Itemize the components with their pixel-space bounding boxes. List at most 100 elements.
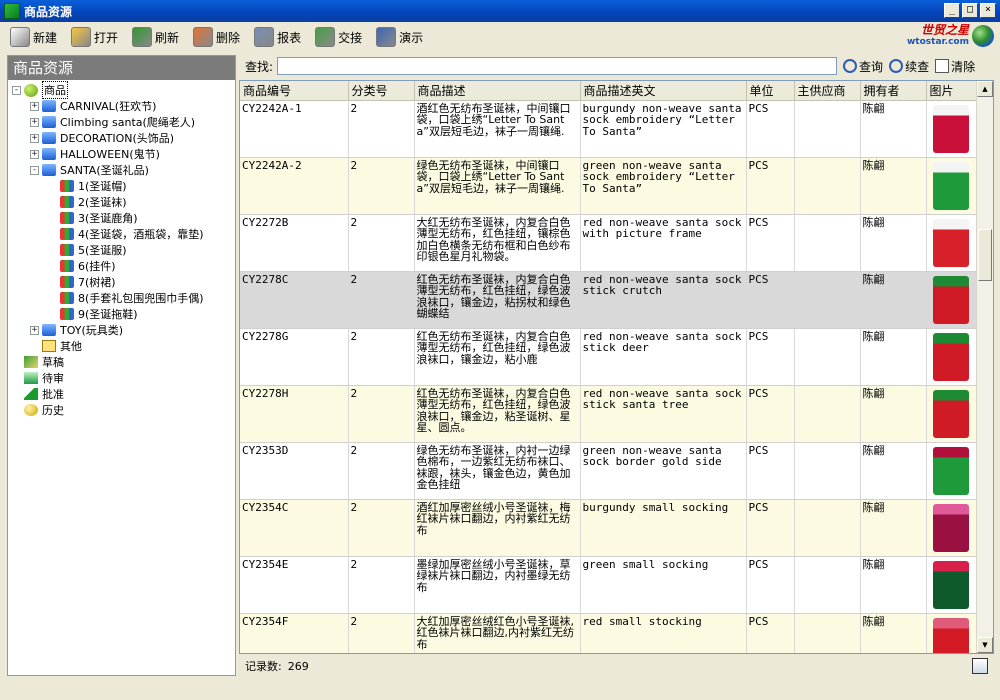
tree-node[interactable]: 其他 [12,338,235,354]
cell-desc: 绿色无纺布圣诞袜，内衬一边绿色棉布，一边紫红无纺布袜口、袜跟，袜头，镶金色边，黄… [414,442,581,500]
tree-node[interactable]: 待审 [12,370,235,386]
close-button[interactable]: × [980,3,996,18]
export-icon[interactable] [972,658,988,674]
cell-desc: 红色无纺布圣诞袜，内复合白色薄型无纺布，红色挂纽，绿色波浪袜口，镶金边，粘拐杖和… [414,271,581,329]
column-header[interactable]: 商品描述英文 [580,81,747,101]
tree-node[interactable]: + Climbing santa(爬绳老人) [12,114,235,130]
cell-unit: PCS [746,385,795,443]
tree-node[interactable]: + HALLOWEEN(鬼节) [12,146,235,162]
clear-button[interactable]: 清除 [935,58,975,75]
tree-node[interactable]: + TOY(玩具类) [12,322,235,338]
column-header[interactable]: 主供应商 [794,81,861,101]
table-row[interactable]: CY2278G 2 红色无纺布圣诞袜，内复合白色薄型无纺布，红色挂纽，绿色波浪袜口，… [240,328,977,386]
column-header[interactable]: 拥有者 [860,81,927,101]
collapse-icon[interactable]: - [12,85,21,95]
cell-desc: 墨绿加厚密丝绒小号圣诞袜，草绿袜片袜口翻边，内衬墨绿无纺布 [414,556,581,614]
tree-node[interactable]: 7(树裙) [12,274,235,290]
column-header[interactable]: 单位 [746,81,795,101]
expand-icon[interactable]: + [30,101,39,111]
window-title: 商品资源 [24,4,73,19]
cell-desc: 红色无纺布圣诞袜，内复合白色薄型无纺布，红色挂纽，绿色波浪袜口，镶金边，粘小鹿 [414,328,581,386]
table-row[interactable]: CY2242A-1 2 酒红色无纺布圣诞袜，中间镶口袋，口袋上绣“Letter To… [240,100,977,158]
vertical-scrollbar[interactable]: ▲ ▼ [976,81,993,653]
cell-supplier [794,613,861,653]
toolbar-button-0[interactable]: 新建 [8,25,59,49]
panel-title: 商品资源 [8,56,235,80]
cell-owner: 陈翩 [860,157,927,215]
toolbar-button-3[interactable]: 删除 [191,25,242,49]
cell-picture[interactable] [926,385,977,443]
toolbar-button-6[interactable]: 演示 [374,25,425,49]
cell-supplier [794,214,861,272]
toolbar-button-5[interactable]: 交接 [313,25,364,49]
cell-cat: 2 [348,499,415,557]
table-row[interactable]: CY2353D 2 绿色无纺布圣诞袜，内衬一边绿色棉布，一边紫红无纺布袜口、袜跟，袜… [240,442,977,500]
tree-node[interactable]: 草稿 [12,354,235,370]
cell-picture[interactable] [926,271,977,329]
cell-picture[interactable] [926,157,977,215]
maximize-button[interactable]: □ [962,3,978,18]
cell-owner: 陈翩 [860,100,927,158]
toolbar-button-2[interactable]: 刷新 [130,25,181,49]
column-header[interactable]: 图片 [926,81,977,101]
cell-picture[interactable] [926,499,977,557]
tree-node[interactable]: 5(圣诞服) [12,242,235,258]
cell-picture[interactable] [926,442,977,500]
expand-icon[interactable]: + [30,325,39,335]
tree-node[interactable]: + CARNIVAL(狂欢节) [12,98,235,114]
cell-cat: 2 [348,328,415,386]
continue-search-label: 续查 [905,59,930,74]
scroll-up-button[interactable]: ▲ [977,81,993,97]
cell-picture[interactable] [926,214,977,272]
toolbar-button-label: 演示 [399,30,424,45]
table-row[interactable]: CY2278H 2 红色无纺布圣诞袜，内复合白色薄型无纺布，红色挂纽，绿色波浪袜口，… [240,385,977,443]
tree-node[interactable]: 历史 [12,402,235,418]
search-input[interactable] [277,57,838,75]
tree-node[interactable]: 4(圣诞袋，酒瓶袋，靠垫) [12,226,235,242]
delete-icon [193,27,214,47]
table-row[interactable]: CY2354F 2 大红加厚密丝绒红色小号圣诞袜,红色袜片袜口翻边,内衬紫红无纺布 r… [240,613,977,653]
tree-node[interactable]: 8(手套礼包围兜围巾手偶) [12,290,235,306]
cell-picture[interactable] [926,613,977,653]
cell-picture[interactable] [926,328,977,386]
tree-node[interactable]: 1(圣诞帽) [12,178,235,194]
expand-icon[interactable]: + [30,117,39,127]
table-row[interactable]: CY2278C 2 红色无纺布圣诞袜，内复合白色薄型无纺布，红色挂纽，绿色波浪袜口，… [240,271,977,329]
tree-node[interactable]: 2(圣诞袜) [12,194,235,210]
cell-supplier [794,442,861,500]
toolbar-button-1[interactable]: 打开 [69,25,120,49]
column-header[interactable]: 商品编号 [240,81,349,101]
scroll-thumb[interactable] [978,229,992,281]
table-row[interactable]: CY2354C 2 酒红加厚密丝绒小号圣诞袜，梅红袜片袜口翻边，内衬紫红无纺布 bur… [240,499,977,557]
title-bar: 商品资源 _ □ × [0,0,1000,22]
tree-node[interactable]: 6(挂件) [12,258,235,274]
query-button[interactable]: 查询 [843,58,883,75]
column-header[interactable]: 商品描述 [414,81,581,101]
expand-icon[interactable]: + [30,133,39,143]
continue-search-button[interactable]: 续查 [889,58,929,75]
table-row[interactable]: CY2272B 2 大红无纺布圣诞袜，内复合白色薄型无纺布，红色挂纽，镶棕色加白色横… [240,214,977,272]
cat-node-icon [42,132,56,144]
tree-node[interactable]: - SANTA(圣诞礼品) [12,162,235,178]
cell-en: green small socking [580,556,747,614]
cell-en: red non-weave santa sock stick crutch [580,271,747,329]
expand-icon[interactable]: + [30,149,39,159]
minimize-button[interactable]: _ [944,3,960,18]
tree-node-label: 4(圣诞袋，酒瓶袋，靠垫) [78,228,204,241]
stocking-thumbnail [932,275,969,324]
tree-node[interactable]: 3(圣诞鹿角) [12,210,235,226]
cell-picture[interactable] [926,100,977,158]
tree-node[interactable]: 批准 [12,386,235,402]
table-row[interactable]: CY2354E 2 墨绿加厚密丝绒小号圣诞袜，草绿袜片袜口翻边，内衬墨绿无纺布 gre… [240,556,977,614]
cell-picture[interactable] [926,556,977,614]
tree-node[interactable]: 9(圣诞拖鞋) [12,306,235,322]
cell-owner: 陈翩 [860,328,927,386]
tree-node[interactable]: + DECORATION(头饰品) [12,130,235,146]
toolbar-button-4[interactable]: 报表 [252,25,303,49]
column-header[interactable]: 分类号 [348,81,415,101]
tree-node[interactable]: - 商品 [12,81,235,99]
cell-desc: 大红加厚密丝绒红色小号圣诞袜,红色袜片袜口翻边,内衬紫红无纺布 [414,613,581,653]
collapse-icon[interactable]: - [30,165,39,175]
table-row[interactable]: CY2242A-2 2 绿色无纺布圣诞袜，中间镶口袋，口袋上绣“Letter To … [240,157,977,215]
scroll-down-button[interactable]: ▼ [977,637,993,653]
